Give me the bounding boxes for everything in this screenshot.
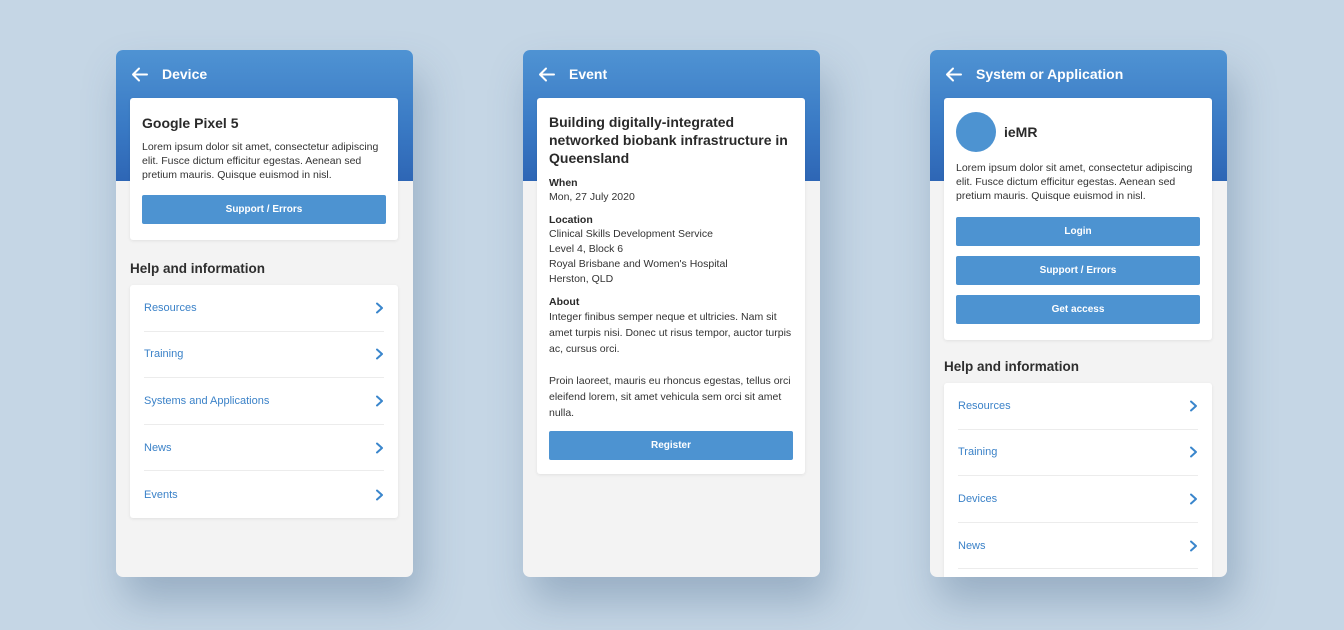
link-label: Events	[144, 488, 178, 501]
chevron-right-icon	[1189, 400, 1198, 412]
link-label: Devices	[958, 492, 998, 505]
system-screen: System or Application ieMR Lorem ipsum d…	[930, 50, 1227, 577]
address-line: Clinical Skills Development Service	[549, 228, 713, 240]
link-item-devices[interactable]: Devices	[958, 476, 1198, 523]
chevron-right-icon	[375, 395, 384, 407]
when-value: Mon, 27 July 2020	[549, 191, 635, 203]
system-card: ieMR Lorem ipsum dolor sit amet, consect…	[944, 98, 1212, 340]
event-title: Building digitally-integrated networked …	[549, 114, 788, 166]
app-bar: Event	[523, 50, 820, 98]
app-bar: System or Application	[930, 50, 1227, 98]
system-name: ieMR	[1004, 124, 1038, 140]
when-label: When	[549, 177, 578, 189]
chevron-right-icon	[375, 442, 384, 454]
device-name: Google Pixel 5	[142, 115, 239, 131]
link-item-resources[interactable]: Resources	[144, 285, 384, 332]
device-card: Google Pixel 5 Lorem ipsum dolor sit ame…	[130, 98, 398, 240]
chevron-right-icon	[1189, 540, 1198, 552]
link-label: News	[958, 539, 986, 552]
help-link-list: Resources Training Devices News	[944, 383, 1212, 577]
link-item-systems-and-applications[interactable]: Systems and Applications	[144, 378, 384, 425]
link-label: Training	[958, 446, 998, 459]
event-screen: Event Building digitally-integrated netw…	[523, 50, 820, 577]
avatar	[956, 112, 996, 152]
get-access-button[interactable]: Get access	[956, 295, 1200, 324]
arrow-left-icon[interactable]	[944, 65, 963, 84]
link-item-training[interactable]: Training	[958, 430, 1198, 477]
location-label: Location	[549, 214, 593, 226]
event-card: Building digitally-integrated networked …	[537, 98, 805, 474]
link-item-events[interactable]: Events	[144, 471, 384, 518]
system-description: Lorem ipsum dolor sit amet, consectetur …	[956, 162, 1193, 202]
link-item-resources[interactable]: Resources	[958, 383, 1198, 430]
link-label: Training	[144, 348, 184, 361]
page-title: System or Application	[976, 66, 1124, 82]
arrow-left-icon[interactable]	[537, 65, 556, 84]
link-item-news[interactable]: News	[144, 425, 384, 472]
system-header: ieMR	[956, 112, 1200, 152]
chevron-right-icon	[1189, 493, 1198, 505]
help-link-list: Resources Training Systems and Applicati…	[130, 285, 398, 518]
chevron-right-icon	[375, 302, 384, 314]
address-line: Level 4, Block 6	[549, 243, 624, 255]
device-screen: Device Google Pixel 5 Lorem ipsum dolor …	[116, 50, 413, 577]
support-errors-button[interactable]: Support / Errors	[956, 256, 1200, 285]
chevron-right-icon	[1189, 446, 1198, 458]
link-item-news[interactable]: News	[958, 523, 1198, 570]
login-button[interactable]: Login	[956, 217, 1200, 246]
help-heading: Help and information	[944, 359, 1079, 374]
link-label: News	[144, 441, 172, 454]
address-line: Herston, QLD	[549, 273, 614, 285]
link-item-training[interactable]: Training	[144, 332, 384, 379]
page-title: Device	[162, 66, 208, 82]
page-title: Event	[569, 66, 608, 82]
chevron-right-icon	[375, 348, 384, 360]
register-button[interactable]: Register	[549, 431, 793, 460]
help-heading: Help and information	[130, 261, 265, 276]
link-label: Resources	[958, 399, 1011, 412]
address-line: Royal Brisbane and Women's Hospital	[549, 258, 728, 270]
location-address: Clinical Skills Development Service Leve…	[549, 227, 793, 287]
arrow-left-icon[interactable]	[130, 65, 149, 84]
about-paragraph: Integer finibus semper neque et ultricie…	[549, 311, 792, 355]
support-errors-button[interactable]: Support / Errors	[142, 195, 386, 224]
link-label: Resources	[144, 301, 197, 314]
app-bar: Device	[116, 50, 413, 98]
link-label: Systems and Applications	[144, 394, 270, 407]
about-paragraph: Proin laoreet, mauris eu rhoncus egestas…	[549, 375, 791, 419]
chevron-right-icon	[375, 489, 384, 501]
device-description: Lorem ipsum dolor sit amet, consectetur …	[142, 141, 379, 181]
about-label: About	[549, 296, 580, 308]
